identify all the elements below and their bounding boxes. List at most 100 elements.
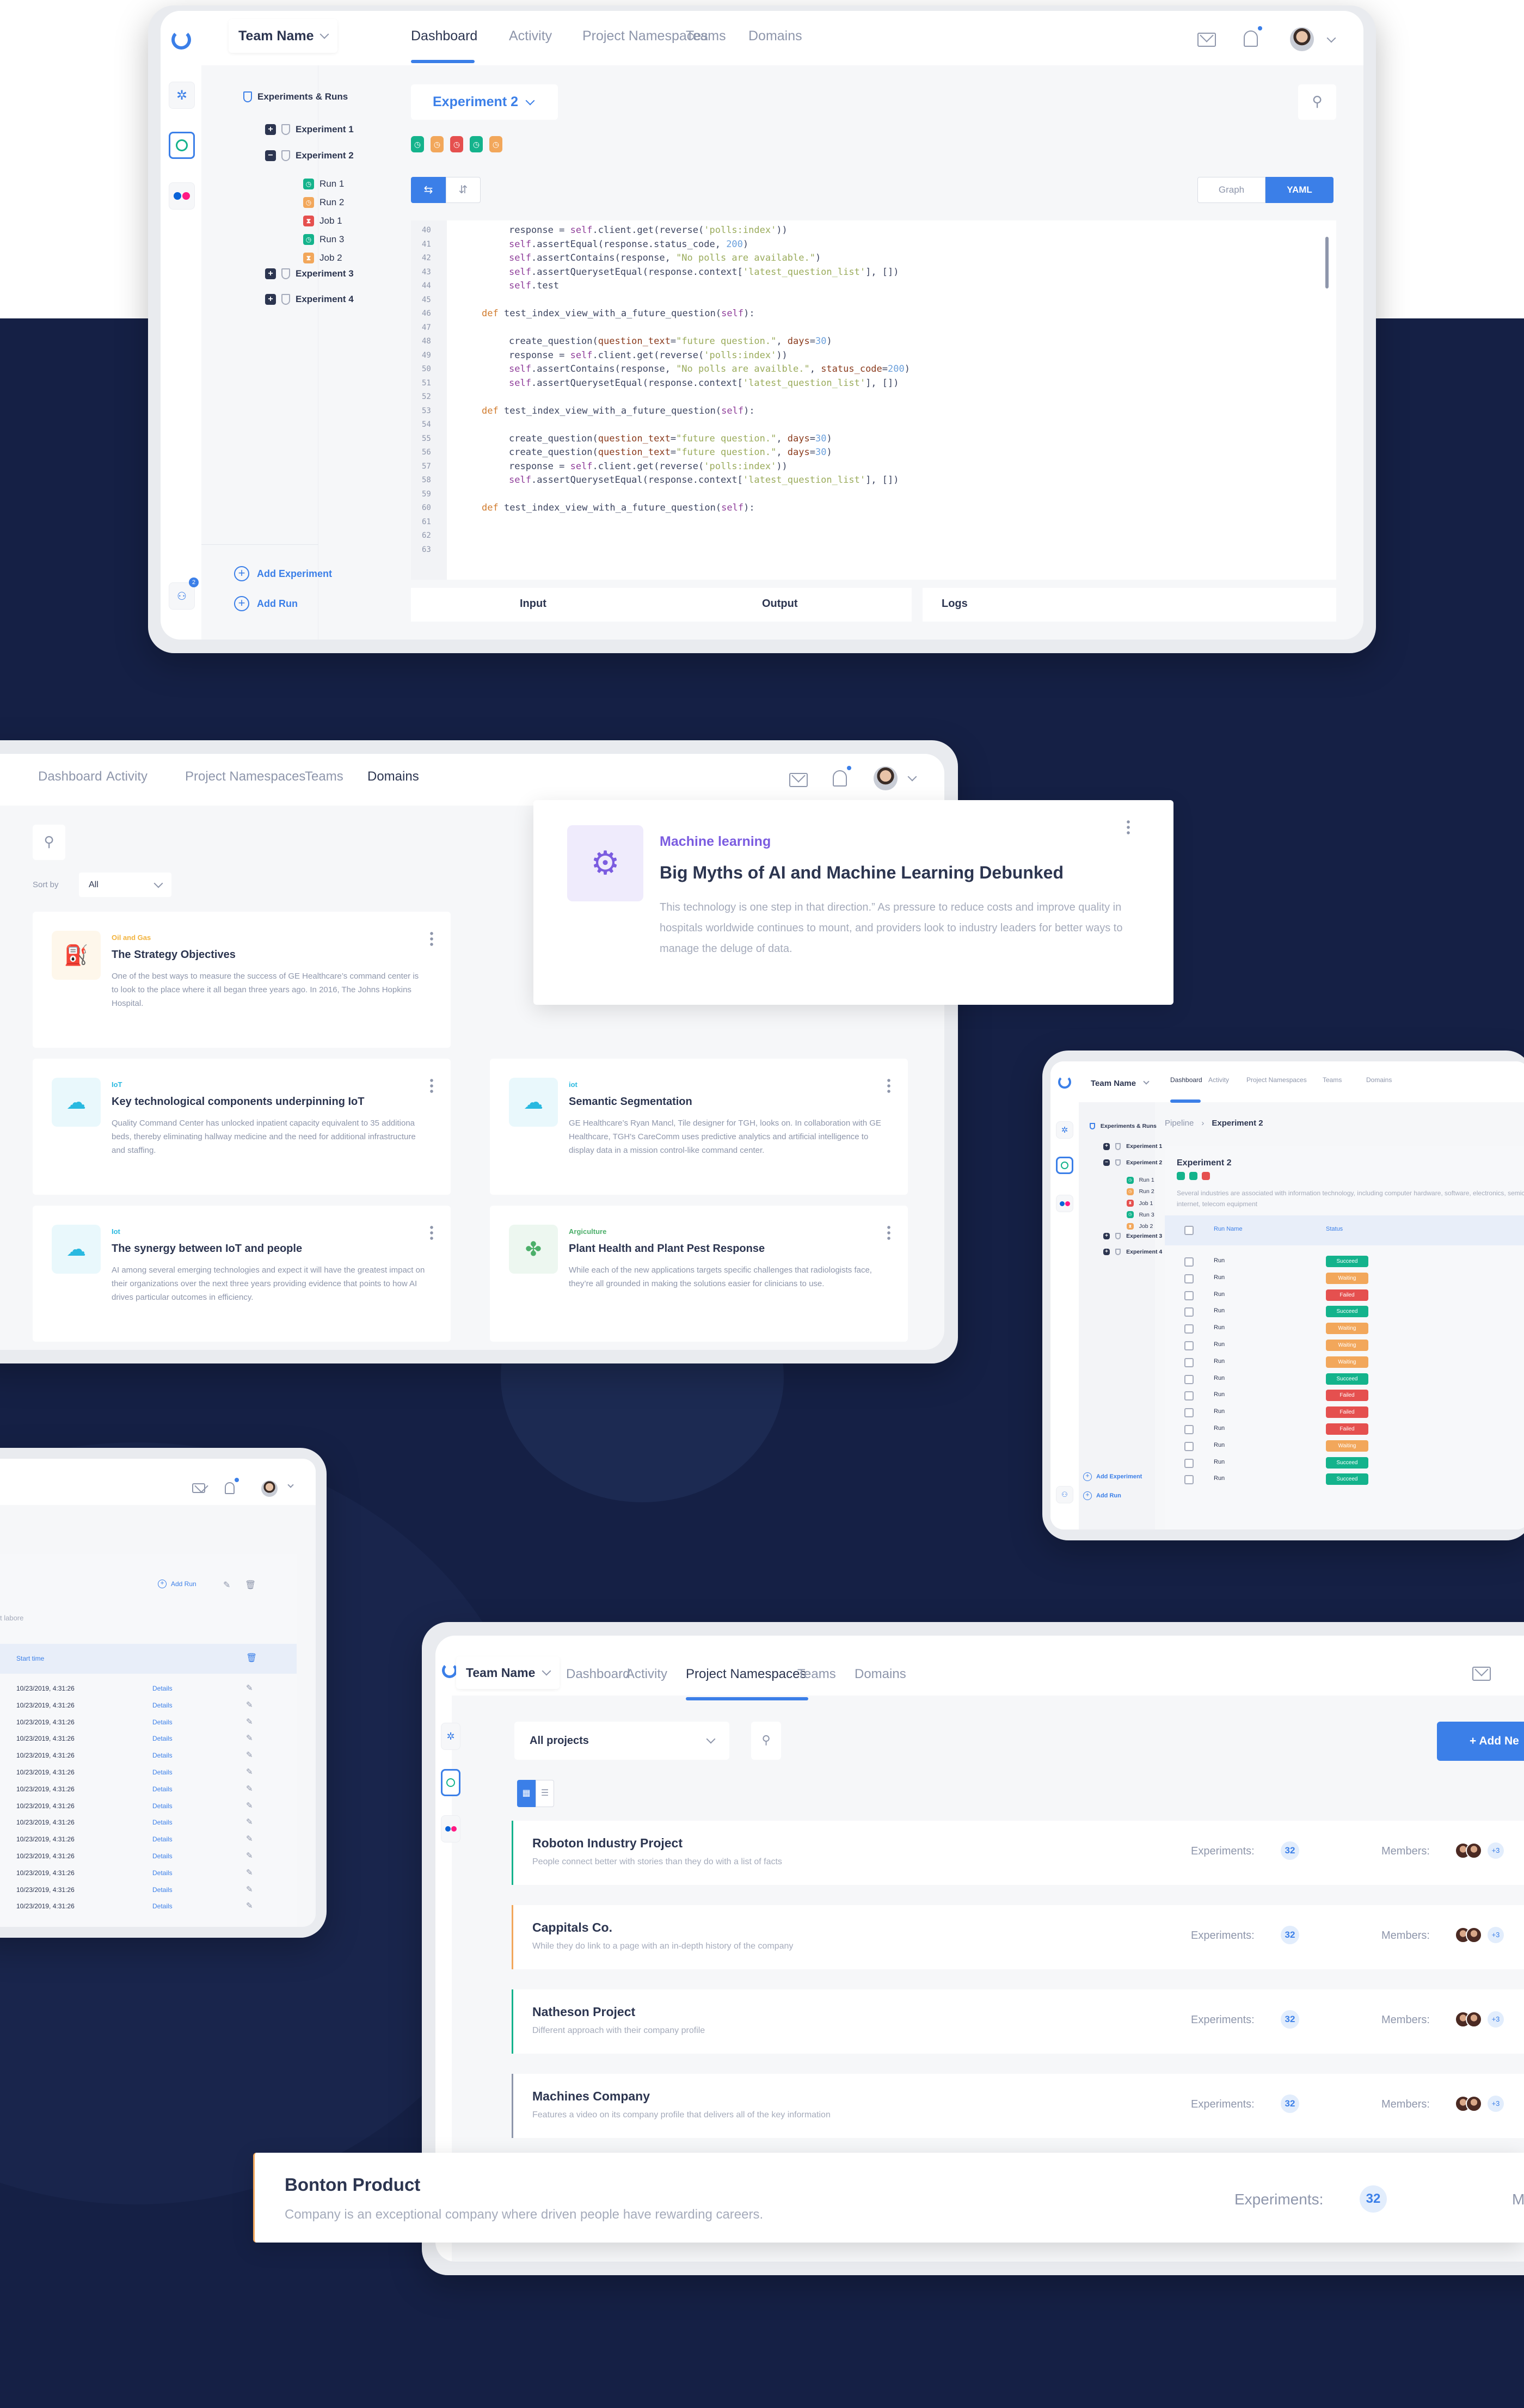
expand-icon[interactable]: + [1103,1248,1110,1256]
rail-chrome-button[interactable] [169,132,195,159]
row-checkbox[interactable] [1184,1324,1194,1334]
tab-teams[interactable]: Teams [1323,1076,1342,1084]
edit-icon[interactable]: ✎ [246,1851,253,1860]
experiment-select[interactable]: Experiment 2 [411,84,558,120]
row-checkbox[interactable] [1184,1357,1194,1367]
tab-project-namespaces[interactable]: Project Namespaces [185,769,305,784]
graph-toggle[interactable]: Graph [1197,177,1265,203]
details-link[interactable]: Details [152,1819,173,1826]
app-logo-icon[interactable] [442,1663,457,1678]
edit-icon[interactable]: ✎ [246,1733,253,1743]
edit-icon[interactable]: ✎ [246,1801,253,1810]
run-name[interactable]: Run [1214,1291,1225,1298]
tab-activity[interactable]: Activity [1208,1076,1229,1084]
edit-icon[interactable]: ✎ [246,1868,253,1877]
tab-domains[interactable]: Domains [1366,1076,1392,1084]
bell-icon[interactable] [225,1478,239,1494]
details-link[interactable]: Details [152,1869,173,1877]
run-name[interactable]: Run [1214,1358,1225,1365]
project-card[interactable]: Roboton Industry Project People connect b… [512,1821,1524,1885]
run-name[interactable]: Run [1214,1442,1225,1448]
expand-icon[interactable]: + [265,124,276,135]
row-checkbox[interactable] [1184,1274,1194,1283]
details-link[interactable]: Details [152,1718,173,1726]
layout-vertical-button[interactable]: ⇵ [446,177,481,203]
edit-icon[interactable]: ✎ [246,1717,253,1727]
tab-activity[interactable]: Activity [626,1667,667,1682]
project-card[interactable]: Cappitals Co. While they do link to a pag… [512,1905,1524,1969]
details-link[interactable]: Details [152,1701,173,1709]
more-menu-icon[interactable] [887,1225,890,1241]
team-select[interactable]: Team Name [1084,1070,1155,1097]
tree-experiment[interactable]: + Experiment 4 [265,294,354,305]
featured-project-card[interactable]: Bonton Product Company is an exceptional… [253,2153,1524,2243]
app-logo-icon[interactable] [1058,1076,1071,1089]
row-checkbox[interactable] [1184,1257,1194,1267]
run-name[interactable]: Run [1214,1425,1225,1432]
collapse-icon[interactable]: − [265,150,276,161]
row-checkbox[interactable] [1184,1475,1194,1485]
tree-run[interactable]: ◷ Run 3 [1127,1211,1154,1218]
row-checkbox[interactable] [1184,1458,1194,1468]
tree-experiment[interactable]: + Experiment 1 [1103,1143,1162,1150]
domain-card[interactable]: ✤ Argiculture Plant Health and Plant Pest … [490,1206,908,1342]
team-select[interactable]: Team Name [456,1656,560,1689]
details-link[interactable]: Details [152,1752,173,1759]
rail-team-button[interactable]: ⚇ 2 [169,578,199,610]
avatar[interactable] [874,766,898,790]
tab-teams[interactable]: Teams [305,769,343,784]
column-start-time[interactable]: Start time [16,1655,44,1662]
tab-activity[interactable]: Activity [106,769,148,784]
details-link[interactable]: Details [152,1685,173,1692]
member-avatar[interactable] [1466,2011,1482,2028]
list-view-button[interactable]: ☰ [536,1780,554,1807]
tab-logs[interactable]: Logs [942,598,968,610]
tab-input[interactable]: Input [520,598,546,610]
collapse-icon[interactable]: − [1103,1159,1110,1166]
breadcrumb-pipeline[interactable]: Pipeline [1165,1119,1194,1128]
row-checkbox[interactable] [1184,1374,1194,1384]
search-button[interactable]: ⚲ [751,1722,781,1760]
run-name[interactable]: Run [1214,1459,1225,1465]
rail-kubernetes-button[interactable]: ✲ [1056,1121,1073,1139]
tree-run[interactable]: ⧗ Job 1 [1127,1200,1153,1207]
details-link[interactable]: Details [152,1852,173,1860]
tree-run[interactable]: ◷ Run 2 [1127,1188,1154,1195]
edit-icon[interactable]: ✎ [246,1834,253,1844]
add-run-button[interactable]: + Add Run [158,1580,196,1588]
rail-team-button[interactable]: ⚇ [1056,1486,1073,1503]
edit-icon[interactable]: ✎ [246,1683,253,1693]
tree-experiment[interactable]: + Experiment 1 [265,124,354,135]
more-members-badge[interactable]: +3 [1488,1927,1504,1943]
tab-dashboard[interactable]: Dashboard [1170,1076,1202,1084]
status-chip[interactable]: ◷ [470,136,483,152]
tab-teams[interactable]: Teams [686,28,726,44]
run-name[interactable]: Run [1214,1307,1225,1314]
tree-run[interactable]: ⧗ Job 2 [303,253,342,263]
edit-icon[interactable]: ✎ [246,1884,253,1894]
details-link[interactable]: Details [152,1886,173,1894]
status-chip[interactable]: ◷ [450,136,463,152]
details-link[interactable]: Details [152,1785,173,1793]
expand-icon[interactable]: + [1103,1143,1110,1150]
add-run-button[interactable]: + Add Run [1083,1491,1121,1500]
tree-experiment[interactable]: + Experiment 3 [265,268,354,279]
column-run-name[interactable]: Run Name [1214,1226,1243,1232]
run-name[interactable]: Run [1214,1274,1225,1281]
expand-icon[interactable]: + [265,268,276,279]
tab-domains[interactable]: Domains [855,1667,906,1682]
row-checkbox[interactable] [1184,1307,1194,1317]
tab-dashboard[interactable]: Dashboard [566,1667,630,1682]
expand-icon[interactable]: + [1103,1232,1110,1239]
mail-icon[interactable] [1472,1667,1491,1681]
more-menu-icon[interactable] [430,1225,433,1241]
more-menu-icon[interactable] [887,1078,890,1094]
sort-select[interactable]: All [79,873,171,897]
app-logo-icon[interactable] [171,30,191,50]
more-menu-icon[interactable] [430,931,433,947]
add-experiment-button[interactable]: + Add Experiment [1083,1472,1142,1481]
edit-icon[interactable]: ✎ [246,1700,253,1710]
rail-kubernetes-button[interactable]: ✲ [441,1723,460,1750]
mail-icon[interactable] [192,1483,205,1493]
domain-card[interactable]: ☁ Iot The synergy between IoT and people AI… [33,1206,451,1342]
